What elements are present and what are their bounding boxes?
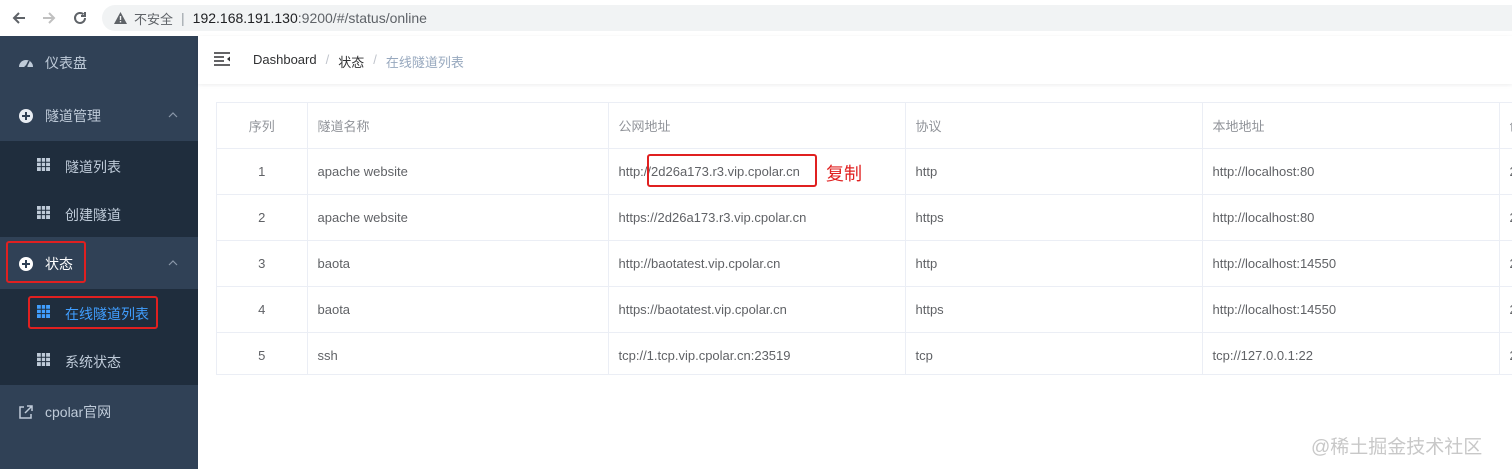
cell-protocol: http (905, 240, 1203, 287)
cell-protocol: https (905, 194, 1203, 241)
url-host: 192.168.191.130 (192, 10, 298, 26)
cell-local-address: tcp://127.0.0.1:22 (1202, 332, 1500, 374)
url-separator: | (181, 10, 185, 26)
cell-local-address: http://localhost:14550 (1202, 240, 1500, 287)
external-link-icon (19, 405, 33, 419)
highlight-status (6, 241, 86, 283)
cell-created: 2 (1499, 332, 1512, 374)
sidebar-item-label: 隧道列表 (65, 159, 121, 175)
dashboard-icon (19, 60, 33, 69)
table-row: 3 baota http://baotatest.vip.cpolar.cn h… (217, 240, 1512, 287)
cell-local-address: http://localhost:80 (1202, 148, 1500, 195)
cell-public-url[interactable]: https://2d26a173.r3.vip.cpolar.cn (608, 194, 906, 241)
cell-local-address: http://localhost:14550 (1202, 286, 1500, 333)
highlight-public-url (647, 154, 817, 187)
online-tunnels-table: 序列 隧道名称 公网地址 协议 本地地址 创 1 apache website … (216, 102, 1512, 375)
reload-icon (74, 11, 86, 24)
cell-protocol: https (905, 286, 1203, 333)
sidebar-item-create-tunnel[interactable]: 创建隧道 (0, 190, 198, 238)
menu-toggle-icon[interactable] (214, 52, 230, 66)
insecure-label: 不安全 (134, 11, 174, 27)
cell-tunnel-name: baota (307, 240, 609, 287)
cell-protocol: http (905, 148, 1203, 195)
top-navbar: Dashboard / 状态 / 在线隧道列表 (198, 36, 1512, 84)
table-row: 4 baota https://baotatest.vip.cpolar.cn … (217, 286, 1512, 333)
column-header: 隧道名称 (307, 103, 609, 149)
breadcrumb: Dashboard / 状态 / 在线隧道列表 (253, 52, 464, 71)
table-row: 1 apache website http://2d26a173.r3.vip.… (217, 148, 1512, 195)
breadcrumb-separator: / (373, 52, 377, 67)
cell-local-address: http://localhost:80 (1202, 194, 1500, 241)
cell-tunnel-name: baota (307, 286, 609, 333)
sidebar-item-label: 隧道管理 (45, 108, 101, 124)
sidebar-item-tunnel-list[interactable]: 隧道列表 (0, 142, 198, 190)
table-header-row: 序列 隧道名称 公网地址 协议 本地地址 创 (217, 103, 1512, 149)
reload-button[interactable] (68, 6, 92, 30)
column-header: 序列 (217, 103, 308, 149)
cell-tunnel-name: ssh (307, 332, 609, 374)
table-row: 2 apache website https://2d26a173.r3.vip… (217, 194, 1512, 241)
cell-protocol: tcp (905, 332, 1203, 374)
breadcrumb-separator: / (325, 52, 330, 67)
grid-icon (37, 353, 50, 366)
url-path: :9200/#/status/online (297, 10, 427, 26)
address-bar[interactable]: 不安全 | 192.168.191.130:9200/#/status/onli… (102, 5, 1512, 31)
copy-annotation: 复制 (826, 164, 862, 184)
cell-index: 1 (217, 148, 308, 195)
sidebar-item-dashboard[interactable]: 仪表盘 (0, 38, 198, 88)
cell-tunnel-name: apache website (307, 148, 609, 195)
cell-index: 5 (217, 332, 308, 374)
cell-index: 2 (217, 194, 308, 241)
grid-icon (37, 158, 50, 171)
arrow-right-icon (43, 12, 56, 24)
sidebar-item-tunnel-management[interactable]: 隧道管理 (0, 91, 198, 141)
plus-circle-icon (19, 109, 33, 123)
chevron-up-icon (168, 112, 178, 118)
grid-icon (37, 206, 50, 219)
breadcrumb-item-status[interactable]: 状态 (338, 52, 364, 71)
cell-public-url[interactable]: https://baotatest.vip.cpolar.cn (608, 286, 906, 333)
column-header: 本地地址 (1202, 103, 1500, 149)
breadcrumb-item-dashboard[interactable]: Dashboard (253, 52, 317, 71)
back-button[interactable] (7, 6, 31, 30)
sidebar: 仪表盘 隧道管理 隧道列表 创建隧道 状态 在线隧道列表 系统状态 cpolar… (0, 36, 198, 469)
browser-toolbar: 不安全 | 192.168.191.130:9200/#/status/onli… (0, 0, 1512, 37)
chevron-up-icon (168, 260, 178, 266)
warning-icon (112, 10, 128, 26)
sidebar-item-label: 创建隧道 (65, 207, 121, 223)
sidebar-item-label: 仪表盘 (45, 55, 87, 71)
column-header: 创 (1499, 103, 1512, 149)
cell-tunnel-name: apache website (307, 194, 609, 241)
sidebar-item-cpolar-website[interactable]: cpolar官网 (0, 387, 198, 437)
column-header: 公网地址 (608, 103, 906, 149)
cell-created: 2 (1499, 286, 1512, 333)
cell-created: 2 (1499, 240, 1512, 287)
cell-public-url[interactable]: tcp://1.tcp.vip.cpolar.cn:23519 (608, 332, 906, 374)
cell-created: 2 (1499, 148, 1512, 195)
sidebar-item-label: 系统状态 (65, 354, 121, 370)
watermark: @稀土掘金技术社区 (1311, 437, 1483, 458)
sidebar-item-system-status[interactable]: 系统状态 (0, 337, 198, 385)
forward-button[interactable] (37, 6, 61, 30)
arrow-left-icon (12, 12, 25, 24)
table-row: 5 ssh tcp://1.tcp.vip.cpolar.cn:23519 tc… (217, 332, 1512, 374)
sidebar-item-label: cpolar官网 (45, 404, 112, 420)
breadcrumb-item-current: 在线隧道列表 (385, 55, 464, 70)
cell-index: 4 (217, 286, 308, 333)
cell-created: 2 (1499, 194, 1512, 241)
column-header: 协议 (905, 103, 1203, 149)
cell-public-url[interactable]: http://baotatest.vip.cpolar.cn (608, 240, 906, 287)
cell-index: 3 (217, 240, 308, 287)
highlight-online-tunnels (28, 296, 158, 329)
